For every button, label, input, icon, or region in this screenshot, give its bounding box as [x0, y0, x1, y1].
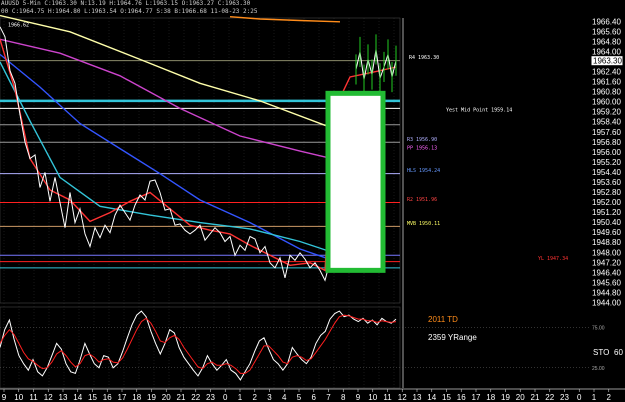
td-label: 2011 TD: [428, 315, 458, 324]
time-tick-label: 2: [253, 393, 258, 402]
price-tick-label: 1964.80: [592, 37, 621, 46]
oscillator-tick-label: 75.00: [592, 325, 605, 331]
price-tick-label: 1944.80: [592, 288, 621, 297]
time-tick-label: 10: [368, 393, 377, 402]
price-tick-label: 1959.20: [592, 108, 621, 117]
chart-header-line1: AUUSD 5-Min C:1963.30 N:13.19 H:1964.76 …: [1, 0, 251, 7]
annotation-label: R3 1956.90: [407, 137, 437, 143]
price-tick-label: 1961.60: [592, 78, 621, 87]
time-tick-label: 11: [383, 393, 392, 402]
time-tick-label: 23: [206, 393, 215, 402]
time-tick-label: 15: [442, 393, 451, 402]
time-tick-label: 13: [413, 393, 422, 402]
price-tick-label: 1966.40: [592, 17, 621, 26]
yrange-label: 2359 YRange: [428, 333, 477, 342]
price-tick-label: 1951.20: [592, 208, 621, 217]
time-tick-label: 10: [14, 393, 23, 402]
price-tick-label: 1954.40: [592, 168, 621, 177]
time-tick-label: 5: [297, 393, 302, 402]
time-tick-label: 22: [545, 393, 554, 402]
price-tick-label: 1953.60: [592, 178, 621, 187]
time-tick-label: 20: [516, 393, 525, 402]
annotation-label: MVB 1950.11: [407, 221, 440, 227]
current-price-label: 1963.30: [593, 57, 622, 66]
time-tick-label: 15: [88, 393, 97, 402]
price-tick-label: 1952.80: [592, 188, 621, 197]
time-tick-label: 21: [177, 393, 186, 402]
time-tick-label: 7: [326, 393, 331, 402]
time-tick-label: 3: [267, 393, 272, 402]
time-tick-label: 20: [162, 393, 171, 402]
time-tick-label: 14: [427, 393, 436, 402]
time-tick-label: 13: [59, 393, 68, 402]
price-tick-label: 1946.40: [592, 268, 621, 277]
time-tick-label: 1: [238, 393, 243, 402]
time-tick-label: 12: [44, 393, 53, 402]
time-tick-label: 1: [592, 393, 597, 402]
price-tick-label: 1945.60: [592, 278, 621, 287]
price-tick-label: 1960.00: [592, 98, 621, 107]
time-tick-label: 11: [29, 393, 38, 402]
time-tick-label: 14: [73, 393, 82, 402]
time-tick-label: 4: [282, 393, 287, 402]
price-tick-label: 1947.20: [592, 258, 621, 267]
price-tick-label: 1950.40: [592, 218, 621, 227]
price-tick-label: 1955.20: [592, 158, 621, 167]
time-tick-label: 9: [2, 393, 7, 402]
time-tick-label: 22: [191, 393, 200, 402]
time-tick-label: 21: [531, 393, 540, 402]
price-tick-label: 1957.60: [592, 128, 621, 137]
chart-header-line2: 00 C:1964.75 H:1964.80 L:1963.54 O:1964.…: [1, 8, 258, 15]
price-tick-label: 1965.60: [592, 27, 621, 36]
sto-label: STO: [593, 348, 609, 357]
annotation-label: HLS 1954.24: [407, 168, 440, 174]
time-tick-label: 19: [501, 393, 510, 402]
price-tick-label: 1958.40: [592, 118, 621, 127]
time-tick-label: 16: [103, 393, 112, 402]
time-tick-label: 17: [472, 393, 481, 402]
annotation-label: Yest Mid Point 1959.14: [446, 107, 512, 113]
marker-box: [325, 90, 386, 273]
time-tick-label: 23: [560, 393, 569, 402]
price-tick-label: 1962.40: [592, 67, 621, 76]
price-tick-label: 1964.00: [592, 47, 621, 56]
time-tick-label: 0: [577, 393, 582, 402]
time-tick-label: 8: [341, 393, 346, 402]
time-tick-label: 2: [607, 393, 612, 402]
price-tick-label: 1956.00: [592, 148, 621, 157]
time-tick-label: 16: [457, 393, 466, 402]
price-tick-label: 1948.00: [592, 248, 621, 257]
price-tick-label: 1956.80: [592, 138, 621, 147]
price-tick-label: 1960.80: [592, 88, 621, 97]
oscillator-tick-label: 25.00: [592, 366, 605, 372]
time-tick-label: 9: [356, 393, 361, 402]
annotation-label: 1966.62: [8, 23, 29, 29]
price-tick-label: 1949.60: [592, 228, 621, 237]
price-tick-label: 1952.00: [592, 198, 621, 207]
price-tick-label: 1948.80: [592, 238, 621, 247]
trading-chart[interactable]: 1966.62 R4 1963.30 Yest Mid Point 1959.14 R…: [0, 0, 625, 402]
time-tick-label: 6: [312, 393, 317, 402]
time-tick-label: 17: [118, 393, 127, 402]
annotation-label: R2 1951.96: [407, 197, 437, 203]
time-tick-label: 18: [132, 393, 141, 402]
annotation-label: R4 1963.30: [409, 55, 439, 61]
annotation-label: PP 1956.13: [407, 146, 437, 152]
sto-value-label: 60: [614, 348, 623, 357]
time-tick-label: 0: [223, 393, 228, 402]
annotation-label: YL 1947.34: [538, 256, 568, 262]
time-tick-label: 12: [398, 393, 407, 402]
price-tick-label: 1944.00: [592, 299, 621, 308]
time-tick-label: 18: [486, 393, 495, 402]
time-tick-label: 19: [147, 393, 156, 402]
